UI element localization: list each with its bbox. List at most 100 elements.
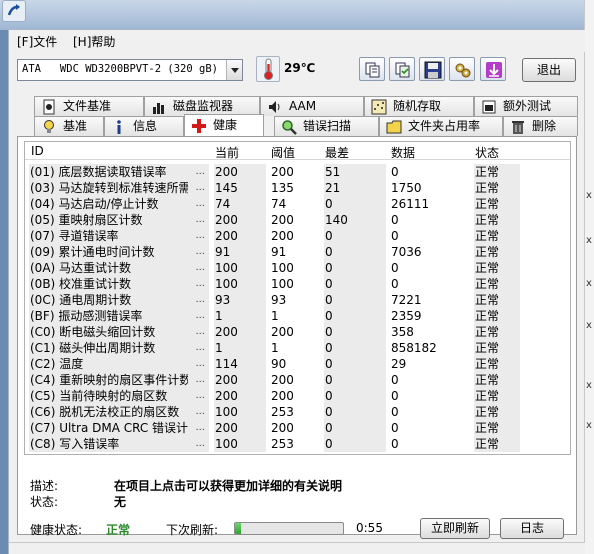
table-row[interactable]: (C7) Ultra DMA CRC 错误计数... 200 200 0 0 正常 [25, 420, 570, 436]
exit-button[interactable]: 退出 [522, 58, 576, 82]
table-row[interactable]: (C4) 重新映射的扇区事件计数... 200 200 0 0 正常 [25, 372, 570, 388]
tab-erase[interactable]: 删除 [503, 116, 578, 136]
attribute-name: (BF) 振动感测错误率 [30, 309, 143, 323]
health-status-label: 健康状态: [30, 523, 83, 537]
cell-threshold: 100 [271, 261, 294, 275]
chevron-down-icon[interactable] [226, 60, 242, 80]
cell-current: 74 [214, 196, 266, 212]
cell-current: 200 [214, 420, 266, 436]
table-row[interactable]: (0A) 马达重试计数... 100 100 0 0 正常 [25, 260, 570, 276]
table-row[interactable]: (C0) 断电磁头缩回计数... 200 200 0 358 正常 [25, 324, 570, 340]
cell-worst: 0 [324, 292, 386, 308]
tab-folder-usage[interactable]: 文件夹占用率 [379, 116, 503, 136]
extra-tests-icon [482, 100, 496, 114]
ellipsis-icon: ... [195, 230, 205, 241]
cell-data: 0 [391, 389, 399, 403]
copy-all-button[interactable] [389, 57, 415, 81]
tab-extra-tests[interactable]: 额外测试 [474, 96, 578, 116]
table-row[interactable]: (07) 寻道错误率... 200 200 0 0 正常 [25, 228, 570, 244]
col-header-worst[interactable]: 最差 [325, 144, 349, 161]
table-row[interactable]: (01) 底层数据读取错误率... 200 200 51 0 正常 [25, 164, 570, 180]
attribute-name: (05) 重映射扇区计数 [30, 213, 143, 227]
ellipsis-icon: ... [195, 358, 205, 369]
table-row[interactable]: (C2) 温度... 114 90 0 29 正常 [25, 356, 570, 372]
table-row[interactable]: (C1) 磁头伸出周期计数... 1 1 0 858182 正常 [25, 340, 570, 356]
col-header-data[interactable]: 数据 [391, 144, 415, 161]
save-button[interactable] [419, 57, 445, 81]
table-row[interactable]: (04) 马达启动/停止计数... 74 74 0 26111 正常 [25, 196, 570, 212]
drive-select-value: ATA WDC WD3200BPVT-2 (320 gB) [22, 63, 218, 75]
menu-help[interactable]: [H]帮助 [69, 33, 119, 50]
tab-file-benchmark[interactable]: 文件基准 [34, 96, 144, 116]
smart-table[interactable]: ID 当前 阈值 最差 数据 状态 (01) 底层数据读取错误率... 200 20… [24, 141, 571, 455]
col-header-current[interactable]: 当前 [215, 144, 239, 161]
tabs-top-row: 文件基准 磁盘监视器 AAM 随机存取 额外测试 [9, 96, 585, 116]
refresh-countdown: 0:55 [356, 521, 383, 535]
cell-current: 200 [214, 372, 266, 388]
attribute-name: (09) 累计通电时间计数 [30, 245, 155, 259]
desktop-background [0, 0, 594, 30]
table-row[interactable]: (C5) 当前待映射的扇区数... 200 200 0 0 正常 [25, 388, 570, 404]
cell-name: (C1) 磁头伸出周期计数... [29, 340, 209, 356]
hdtune-window: [F]文件 [H]帮助 ATA WDC WD3200BPVT-2 (320 gB… [8, 29, 585, 554]
cell-threshold: 93 [271, 293, 287, 307]
table-row[interactable]: (C8) 写入错误率... 100 253 0 0 正常 [25, 436, 570, 452]
tab-error-scan[interactable]: 错误扫描 [274, 116, 379, 136]
tab-aam[interactable]: AAM [260, 96, 364, 116]
tab-info[interactable]: 信息 [104, 116, 184, 136]
options-button[interactable] [449, 57, 475, 81]
table-row[interactable]: (0B) 校准重试计数... 100 100 0 0 正常 [25, 276, 570, 292]
table-row[interactable]: (03) 马达旋转到标准转速所需...... 145 135 21 1750 正常 [25, 180, 570, 196]
cell-worst: 0 [324, 308, 386, 324]
refresh-now-button[interactable]: 立即刷新 [420, 518, 490, 539]
trash-icon [512, 121, 524, 134]
col-header-id[interactable]: ID [31, 144, 44, 158]
cell-name: (C4) 重新映射的扇区事件计数... [29, 372, 209, 388]
cell-name: (C8) 写入错误率... [29, 436, 209, 452]
state-value: 无 [114, 495, 127, 509]
cell-data: 0 [391, 229, 399, 243]
refresh-progress-fill [235, 523, 242, 534]
cell-current: 200 [214, 388, 266, 404]
cell-name: (05) 重映射扇区计数... [29, 212, 209, 228]
cell-data: 7036 [391, 245, 422, 259]
ellipsis-icon: ... [195, 406, 205, 417]
attribute-name: (C1) 磁头伸出周期计数 [30, 341, 156, 355]
table-row[interactable]: (09) 累计通电时间计数... 91 91 0 7036 正常 [25, 244, 570, 260]
table-row[interactable]: (0C) 通电周期计数... 93 93 0 7221 正常 [25, 292, 570, 308]
shortcut-icon[interactable] [2, 0, 26, 22]
drive-select[interactable]: ATA WDC WD3200BPVT-2 (320 gB) [17, 59, 243, 81]
tab-random-access[interactable]: 随机存取 [364, 96, 474, 116]
menu-file[interactable]: [F]文件 [13, 33, 61, 50]
attribute-name: (C5) 当前待映射的扇区数 [30, 389, 168, 403]
cell-current: 93 [214, 292, 266, 308]
col-header-threshold[interactable]: 阈值 [271, 144, 295, 161]
description-value: 在项目上点击可以获得更加详细的有关说明 [114, 479, 343, 493]
cell-name: (0C) 通电周期计数... [29, 292, 209, 308]
cell-current: 1 [214, 308, 266, 324]
cell-threshold: 200 [271, 165, 294, 179]
tab-disk-monitor[interactable]: 磁盘监视器 [144, 96, 260, 116]
cell-name: (07) 寻道错误率... [29, 228, 209, 244]
table-row[interactable]: (05) 重映射扇区计数... 200 200 140 0 正常 [25, 212, 570, 228]
cell-worst: 0 [324, 404, 386, 420]
col-header-status[interactable]: 状态 [475, 144, 499, 161]
cell-threshold: 91 [271, 245, 287, 259]
cell-current: 91 [214, 244, 266, 260]
cell-worst: 0 [324, 420, 386, 436]
cell-worst: 0 [324, 228, 386, 244]
table-row[interactable]: (C6) 脱机无法校正的扇区数... 100 253 0 0 正常 [25, 404, 570, 420]
cell-current: 100 [214, 276, 266, 292]
info-icon [117, 120, 121, 134]
ellipsis-icon: ... [195, 342, 205, 353]
log-button[interactable]: 日志 [500, 518, 564, 539]
tab-health[interactable]: 健康 [184, 114, 264, 136]
cell-name: (C5) 当前待映射的扇区数... [29, 388, 209, 404]
table-row[interactable]: (BF) 振动感测错误率... 1 1 0 2359 正常 [25, 308, 570, 324]
cell-threshold: 74 [271, 197, 287, 211]
cell-status: 正常 [474, 260, 520, 276]
copy-info-button[interactable] [359, 57, 385, 81]
download-button[interactable] [480, 57, 506, 81]
cell-data: 858182 [391, 341, 437, 355]
tab-benchmark[interactable]: 基准 [34, 116, 104, 136]
